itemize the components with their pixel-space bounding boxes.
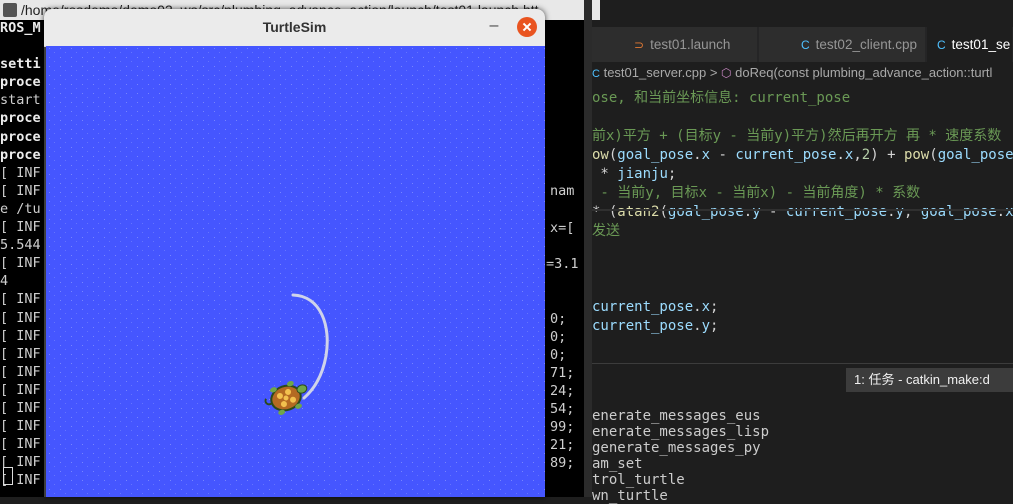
terminal-line: [ INF [0,363,41,380]
editor-tab[interactable]: Ctest01_se [927,27,1013,62]
code-editor[interactable]: ose, 和当前坐标信息: current_pose 前x)平方 + (目标y -… [592,89,1013,361]
panel-output-line: wn_turtle [592,488,668,504]
terminal-line: e /tu [0,200,41,217]
cpp-icon: C [937,38,946,52]
panel-output-line: enerate_messages_lisp [592,424,770,440]
terminal-fragment: 71; [550,365,575,381]
terminal-line: proce [0,74,41,91]
terminal-fragment: 54; [550,401,575,417]
terminal-line: ROS_M [0,20,41,36]
breadcrumb-file[interactable]: test01_server.cpp [604,65,707,80]
panel-output-line: enerate_messages_eus [592,408,761,424]
terminal-line: [ INF [0,291,41,308]
code-line: * (atan2(goal_pose.y - current_pose.y, g… [592,204,1013,220]
turtlesim-titlebar: TurtleSim – [44,9,545,47]
breadcrumb: C test01_server.cpp > ⬡ doReq(const plum… [592,62,1013,84]
terminal-close-icon[interactable] [3,3,17,18]
editor-tab-label: test01_se [951,37,1011,52]
code-line: current_pose.y; [592,318,719,334]
code-line: 前x)平方 + (目标y - 当前y)平方)然后再开方 再 * 速度系数 [592,128,1002,144]
terminal-line: setti [0,56,41,73]
code-line: ow(goal_pose.x - current_pose.x,2) + pow… [592,147,1013,163]
terminal-line: proce [0,128,41,145]
turtlesim-title: TurtleSim [262,19,327,35]
terminal-fragment: x=[ [550,220,575,236]
panel-output-line: trol_turtle [592,472,685,488]
terminal-line: [ INF [0,399,41,416]
terminal-fragment: 0; [550,311,567,327]
terminal-fragment: 99; [550,419,575,435]
turtlesim-canvas [46,46,545,497]
terminal-line: [ INF [0,309,41,326]
terminal-line: [ INF [0,219,41,236]
terminal-line: proce [0,146,41,163]
code-line: - 当前y, 目标x - 当前x) - 当前角度) * 系数 [592,185,921,201]
panel-output-line: am_set [592,456,643,472]
terminal-line: [ INF [0,418,41,435]
vscode-editor: ⊃ test01.launch Ctest02_client.cpp Ctest01_… [592,27,1013,504]
terminal-line: 5.544 [0,237,41,254]
terminal-panel: 1: 任务 - catkin_make:d enerate_messages_e… [592,363,1013,504]
terminal-cursor [3,467,13,485]
terminal-fragment: 0; [550,347,567,363]
editor-tab-label: test01.launch [650,37,731,52]
code-line: current_pose.x; [592,299,719,315]
terminal-line: 4 [0,273,9,290]
editor-tab[interactable]: Ctest02_client.cpp [759,27,926,62]
turtlesim-drawing [46,46,545,497]
turtlesim-window: TurtleSim – [44,9,545,497]
terminal-line: [ INF [0,164,41,181]
code-line: ose, 和当前坐标信息: current_pose [592,90,851,106]
terminal-fragment: 21; [550,437,575,453]
minimize-button[interactable]: – [484,17,504,37]
terminal-line: [ INF [0,436,41,453]
task-select[interactable]: 1: 任务 - catkin_make:d [846,368,1013,392]
terminal-output-right: nam x=[ =3.1 0; 0; 0; 71; 24; 54; 99; 21; 89; [546,0,586,497]
editor-tab[interactable]: ⊃ test01.launch [592,27,758,62]
terminal-line: [ INF [0,381,41,398]
terminal-fragment: 0; [550,329,567,345]
terminal-line: start [0,92,41,109]
terminal-output: ROS_M setti proce start proce proce proce[ INF… [0,19,41,489]
terminal-line: [ INF [0,327,41,344]
breadcrumb-symbol[interactable]: doReq(const plumbing_advance_action::tur… [735,65,992,80]
terminal-scrollbar[interactable] [584,0,592,497]
terminal-line: proce [0,110,41,127]
terminal-fragment: 24; [550,383,575,399]
editor-tab-label: test02_client.cpp [815,37,917,52]
editor-tab-bar: ⊃ test01.launch Ctest02_client.cpp Ctest01_… [592,27,1013,62]
canvas-texture [46,46,545,497]
cpp-icon: C [801,38,810,52]
cpp-file-icon: C [592,68,600,80]
terminal-fragment: 89; [550,455,575,471]
code-line: * jianju; [592,166,677,182]
panel-output: enerate_messages_eus enerate_messages_lis… [592,408,769,504]
code-line: 发送 [592,223,620,239]
terminal-fragment: =3.1 [546,256,579,272]
terminal-line: [ INF [0,345,41,362]
method-cube-icon: ⬡ [721,66,732,80]
terminal-line: [ INF [0,182,41,199]
breadcrumb-separator: > [709,65,718,80]
rss-icon: ⊃ [634,38,645,52]
editor-divider [592,209,1013,211]
panel-output-line: generate_messages_py [592,440,761,456]
close-button[interactable] [517,17,537,37]
task-select-value: 1: 任务 - catkin_make:d [854,372,990,387]
terminal-fragment: nam [550,183,575,199]
terminal-line: [ INF [0,255,41,272]
